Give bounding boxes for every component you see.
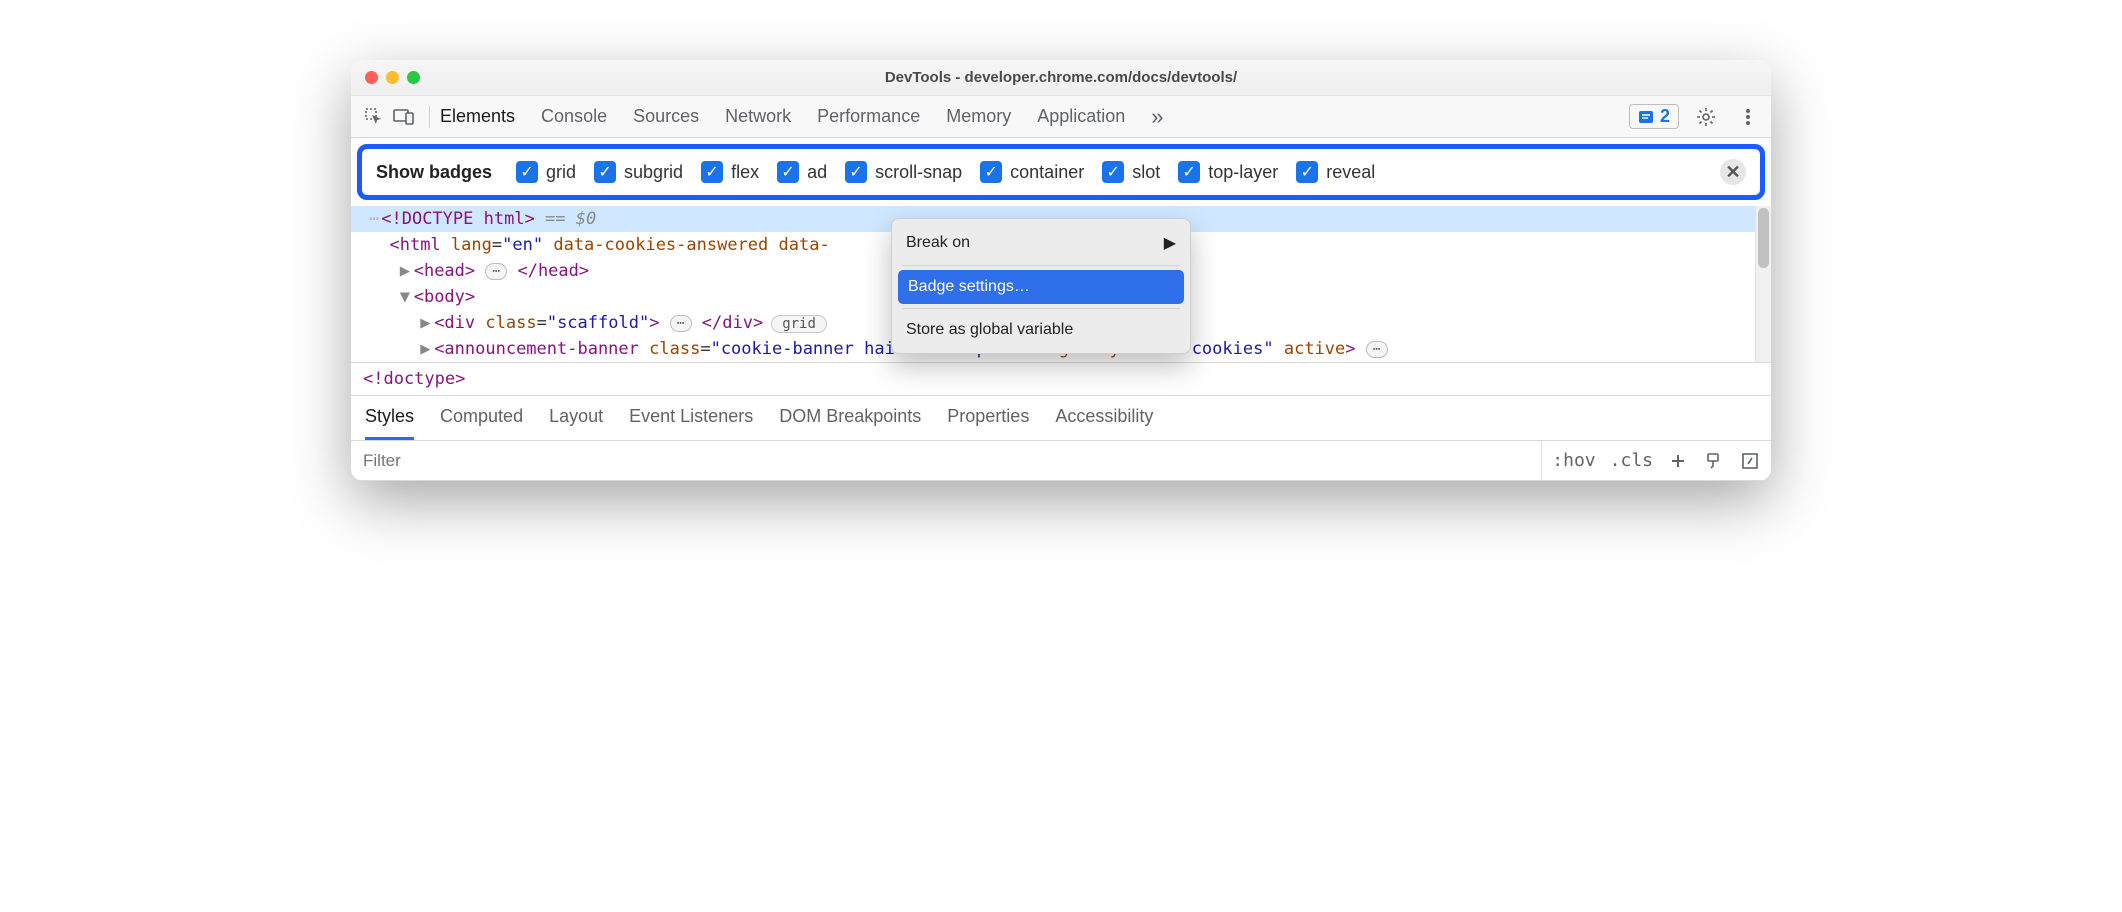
paint-brush-icon[interactable] <box>1703 450 1725 472</box>
more-tabs-icon[interactable]: » <box>1151 104 1163 130</box>
badge-checkbox-flex[interactable]: ✓flex <box>701 161 759 183</box>
scrollbar-thumb[interactable] <box>1758 208 1769 268</box>
close-badge-bar-button[interactable]: ✕ <box>1720 159 1746 185</box>
styles-panel-tabs: Styles Computed Layout Event Listeners D… <box>351 396 1771 441</box>
window-title: DevTools - developer.chrome.com/docs/dev… <box>351 69 1771 86</box>
hov-toggle[interactable]: :hov <box>1552 450 1595 471</box>
context-menu-badge-settings[interactable]: Badge settings… <box>898 270 1184 304</box>
expand-triangle-icon[interactable]: ▶ <box>420 313 434 333</box>
main-toolbar: Elements Console Sources Network Perform… <box>351 96 1771 138</box>
new-style-rule-icon[interactable] <box>1667 450 1689 472</box>
subtab-dom-breakpoints[interactable]: DOM Breakpoints <box>779 406 921 440</box>
tab-performance[interactable]: Performance <box>817 106 920 127</box>
panel-tabs: Elements Console Sources Network Perform… <box>440 104 1629 130</box>
badge-bar-label: Show badges <box>376 162 492 183</box>
ellipsis-badge[interactable]: ⋯ <box>485 263 507 280</box>
tab-application[interactable]: Application <box>1037 106 1125 127</box>
tab-memory[interactable]: Memory <box>946 106 1011 127</box>
subtab-accessibility[interactable]: Accessibility <box>1055 406 1153 440</box>
dom-tree: ⋯<!DOCTYPE html> == $0 <html lang="en" d… <box>351 206 1771 362</box>
expand-triangle-icon[interactable]: ▶ <box>420 339 434 359</box>
menu-separator <box>902 308 1180 309</box>
subtab-event-listeners[interactable]: Event Listeners <box>629 406 753 440</box>
close-window-button[interactable] <box>365 71 378 84</box>
device-toolbar-icon[interactable] <box>389 102 419 132</box>
grid-badge[interactable]: grid <box>771 315 827 333</box>
tab-sources[interactable]: Sources <box>633 106 699 127</box>
subtab-computed[interactable]: Computed <box>440 406 523 440</box>
badge-settings-bar: Show badges ✓grid ✓subgrid ✓flex ✓ad ✓sc… <box>357 144 1765 200</box>
expand-triangle-icon[interactable]: ▶ <box>400 261 414 281</box>
collapse-triangle-icon[interactable]: ▼ <box>400 287 414 307</box>
computed-panel-icon[interactable] <box>1739 450 1761 472</box>
issues-button[interactable]: 2 <box>1629 104 1679 129</box>
check-icon: ✓ <box>980 161 1002 183</box>
titlebar: DevTools - developer.chrome.com/docs/dev… <box>351 60 1771 96</box>
check-icon: ✓ <box>1178 161 1200 183</box>
context-menu-break-on[interactable]: Break on ▶ <box>892 225 1190 261</box>
styles-filter-bar: :hov .cls <box>351 441 1771 481</box>
maximize-window-button[interactable] <box>407 71 420 84</box>
subtab-properties[interactable]: Properties <box>947 406 1029 440</box>
styles-filter-input[interactable] <box>351 451 1541 471</box>
tab-elements[interactable]: Elements <box>440 106 515 127</box>
badge-checkbox-scroll-snap[interactable]: ✓scroll-snap <box>845 161 962 183</box>
subtab-layout[interactable]: Layout <box>549 406 603 440</box>
devtools-window: DevTools - developer.chrome.com/docs/dev… <box>351 60 1771 481</box>
traffic-lights <box>365 71 420 84</box>
check-icon: ✓ <box>1296 161 1318 183</box>
toolbar-separator <box>429 106 430 128</box>
badge-checkbox-slot[interactable]: ✓slot <box>1102 161 1160 183</box>
kebab-menu-icon[interactable] <box>1733 102 1763 132</box>
tab-console[interactable]: Console <box>541 106 607 127</box>
badge-checkbox-top-layer[interactable]: ✓top-layer <box>1178 161 1278 183</box>
ellipsis-badge[interactable]: ⋯ <box>1366 341 1388 358</box>
check-icon: ✓ <box>516 161 538 183</box>
ellipsis-badge[interactable]: ⋯ <box>670 315 692 332</box>
ellipsis-icon: ⋯ <box>369 209 381 229</box>
badge-checkbox-subgrid[interactable]: ✓subgrid <box>594 161 683 183</box>
close-icon: ✕ <box>1725 162 1740 183</box>
badge-checkbox-reveal[interactable]: ✓reveal <box>1296 161 1375 183</box>
check-icon: ✓ <box>1102 161 1124 183</box>
dom-scrollbar[interactable] <box>1755 206 1771 362</box>
inspect-element-icon[interactable] <box>359 102 389 132</box>
check-icon: ✓ <box>701 161 723 183</box>
badge-checkbox-container[interactable]: ✓container <box>980 161 1084 183</box>
styles-toolbar-right: :hov .cls <box>1541 441 1771 480</box>
badge-checkbox-grid[interactable]: ✓grid <box>516 161 576 183</box>
dom-breadcrumb[interactable]: <!doctype> <box>351 362 1771 396</box>
check-icon: ✓ <box>845 161 867 183</box>
gear-icon[interactable] <box>1691 102 1721 132</box>
context-menu-store-global[interactable]: Store as global variable <box>892 313 1190 347</box>
check-icon: ✓ <box>594 161 616 183</box>
chevron-right-icon: ▶ <box>1164 233 1176 253</box>
subtab-styles[interactable]: Styles <box>365 406 414 440</box>
cls-toggle[interactable]: .cls <box>1610 450 1653 471</box>
badge-checkbox-ad[interactable]: ✓ad <box>777 161 827 183</box>
tab-network[interactable]: Network <box>725 106 791 127</box>
context-menu: Break on ▶ Badge settings… Store as glob… <box>891 218 1191 354</box>
check-icon: ✓ <box>777 161 799 183</box>
minimize-window-button[interactable] <box>386 71 399 84</box>
menu-separator <box>902 265 1180 266</box>
issues-count: 2 <box>1660 106 1670 127</box>
toolbar-right: 2 <box>1629 102 1763 132</box>
